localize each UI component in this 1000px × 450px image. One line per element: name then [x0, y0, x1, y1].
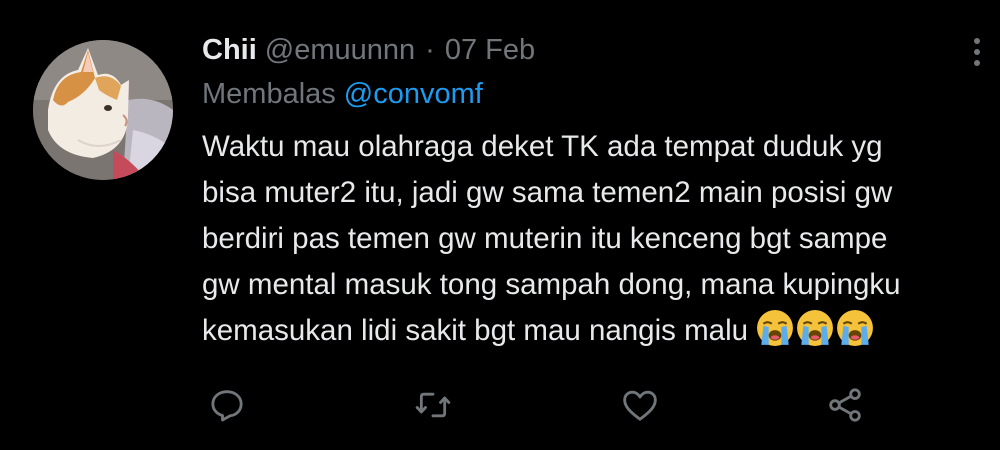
tweet-text-line: Waktu mau olahraga deket TK ada tempat d… [202, 130, 883, 163]
tweet-text-line-last: kemasukan lidi sakit bgt mau nangis malu [202, 308, 992, 354]
reply-button[interactable] [202, 380, 252, 430]
more-options-button[interactable] [964, 30, 990, 74]
tweet-text: Waktu mau olahraga deket TK ada tempat d… [202, 124, 992, 354]
loudly-crying-face-emoji [757, 310, 793, 347]
share-icon [829, 388, 861, 422]
loudly-crying-face-emoji [837, 310, 873, 347]
reply-prefix: Membalas [202, 78, 336, 110]
tweet-date[interactable]: 07 Feb [445, 34, 535, 67]
tweet-text-line: bisa muter2 itu, jadi gw sama temen2 mai… [202, 176, 893, 209]
like-button[interactable] [615, 380, 665, 430]
display-name[interactable]: Chii [202, 34, 257, 67]
tweet-text-line: berdiri pas temen gw muterin itu kenceng… [202, 222, 888, 255]
retweet-button[interactable] [408, 380, 458, 430]
tweet[interactable]: Chii @emuunnn · 07 Feb Membalas @convomf … [0, 0, 1000, 450]
loudly-crying-face-emoji [797, 310, 833, 347]
emoji-group [756, 309, 876, 355]
avatar[interactable] [33, 40, 173, 180]
tweet-text-line: kemasukan lidi sakit bgt mau nangis malu [202, 314, 749, 347]
separator-dot: · [425, 33, 435, 66]
more-dot-icon [974, 38, 980, 44]
reply-mention-link[interactable]: @convomf [344, 78, 483, 110]
like-icon [623, 390, 657, 421]
replying-to: Membalas @convomf [202, 78, 483, 111]
retweet-icon [415, 392, 451, 418]
more-dot-icon [974, 49, 980, 55]
share-button[interactable] [820, 380, 870, 430]
tweet-actions [0, 380, 1000, 430]
more-dot-icon [974, 60, 980, 66]
reply-icon [211, 390, 243, 422]
tweet-header: Chii @emuunnn · 07 Feb [202, 28, 535, 72]
tweet-text-line: gw mental masuk tong sampah dong, mana k… [202, 268, 901, 301]
user-handle[interactable]: @emuunnn [265, 34, 415, 67]
